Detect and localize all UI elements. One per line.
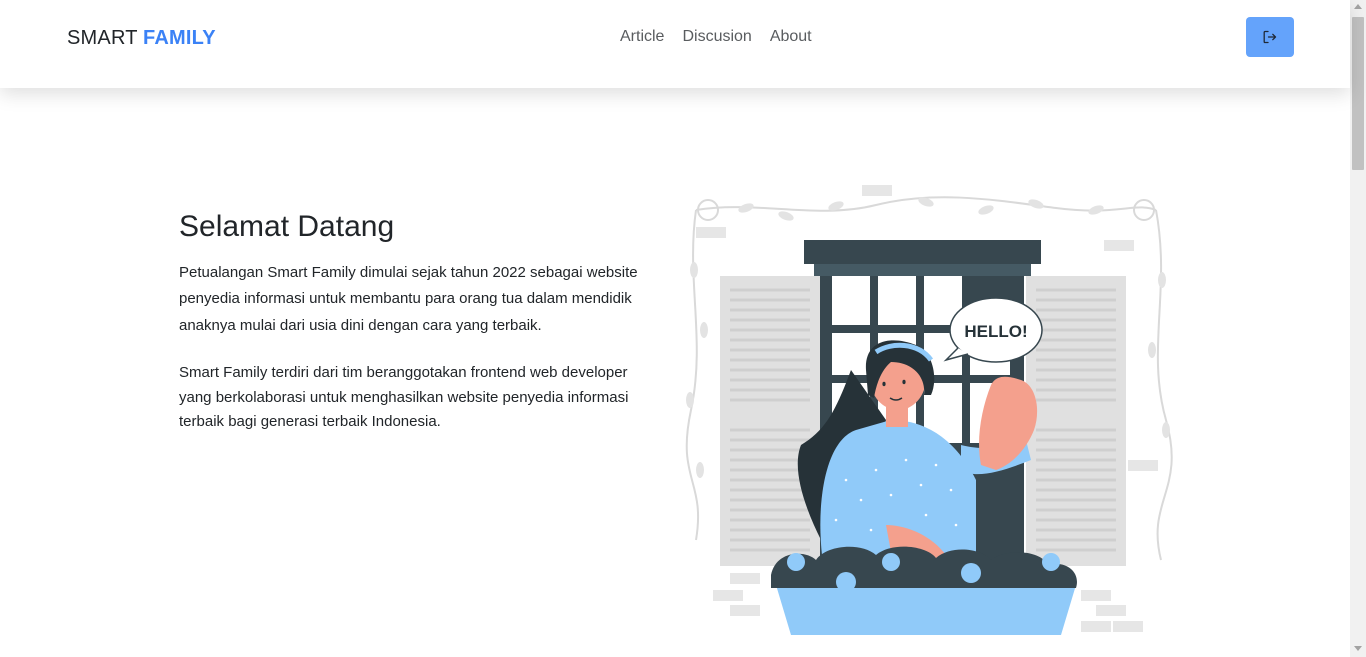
hero-paragraph-1: Petualangan Smart Family dimulai sejak t… [179,264,638,334]
brand-part2: FAMILY [143,27,216,49]
scroll-down-arrow-icon[interactable] [1354,646,1362,651]
hero-illustration: HELLO! [685,185,1173,635]
left-shutter [720,276,820,566]
logout-button[interactable] [1246,17,1294,57]
brand-part1: SMART [67,27,138,49]
logout-icon [1263,30,1277,44]
nav-link-about[interactable]: About [770,28,812,46]
right-shutter [1026,276,1126,566]
hero-title: Selamat Datang [179,210,395,243]
navbar: SMART FAMILY Article Discusion About [0,0,1350,88]
speech-bubble-text: HELLO! [964,322,1027,341]
scrollbar-thumb[interactable] [1352,17,1364,170]
nav-links: Article Discusion About [620,28,812,46]
nav-link-discusion[interactable]: Discusion [682,28,751,46]
nav-link-article[interactable]: Article [620,28,664,46]
hero-text: Selamat Datang Petualangan Smart Family … [179,210,639,434]
brand-logo[interactable]: SMART FAMILY [67,27,216,50]
scrollbar[interactable] [1350,0,1366,657]
hero-paragraph-2: Smart Family terdiri dari tim beranggota… [179,364,629,430]
scroll-up-arrow-icon[interactable] [1354,4,1362,9]
flower-box [771,546,1077,635]
